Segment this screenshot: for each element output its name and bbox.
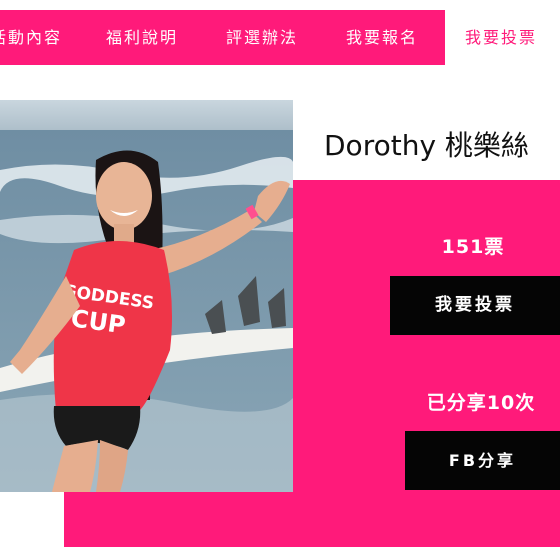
contestant-name: Dorothy 桃樂絲: [324, 129, 529, 162]
nav-item-rules[interactable]: 評選辦法: [226, 10, 298, 65]
vote-button[interactable]: 我要投票: [390, 276, 560, 335]
nav-item-signup[interactable]: 我要報名: [346, 10, 418, 65]
nav-item-activity[interactable]: 活動內容: [0, 10, 62, 65]
contestant-photo: GODDESS CUP: [0, 100, 293, 492]
fb-share-button[interactable]: FB分享: [405, 431, 560, 490]
nav-item-benefits[interactable]: 福利說明: [106, 10, 178, 65]
share-count: 已分享10次: [426, 392, 536, 414]
vote-count: 151票: [441, 236, 505, 258]
nav-item-vote[interactable]: 我要投票: [465, 10, 537, 65]
top-nav: 活動內容 福利說明 評選辦法 我要報名: [0, 10, 445, 65]
